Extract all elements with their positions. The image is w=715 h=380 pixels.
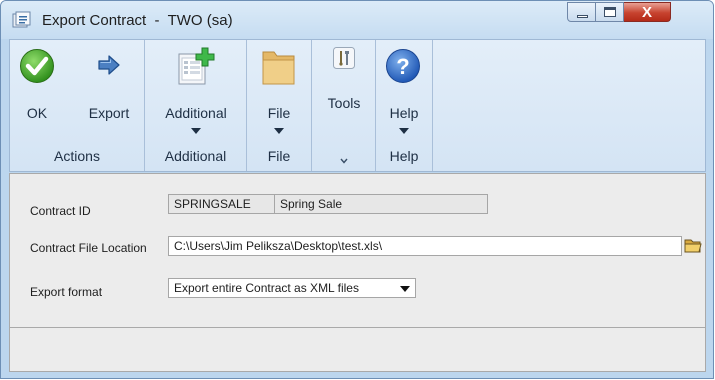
minimize-button[interactable] [567,2,596,22]
svg-text:?: ? [396,54,409,79]
file-folder-icon [262,51,295,85]
file-button[interactable]: File [250,40,308,140]
browse-folder-icon[interactable] [684,237,702,254]
tools-button[interactable]: Tools [315,40,373,140]
help-button[interactable]: ? Help [378,40,430,140]
help-dropdown-icon [399,128,409,134]
file-location-input[interactable]: C:\Users\Jim Peliksza\Desktop\test.xls\ [168,236,682,256]
actions-group-label: Actions [54,148,100,164]
file-label: File [267,105,291,121]
export-format-value: Export entire Contract as XML files [174,281,359,295]
window-controls: X [567,2,671,23]
contract-id-field[interactable]: SPRINGSALE [168,194,275,214]
export-button[interactable]: Export [79,40,139,140]
export-format-label: Export format [30,285,103,299]
contract-description-field: Spring Sale [274,194,488,214]
additional-page-plus-icon [178,47,215,85]
ok-check-icon [20,49,54,83]
file-group-label: File [267,148,291,164]
app-icon [12,11,31,28]
ok-label: OK [26,105,48,121]
form-area: Contract ID SPRINGSALE Spring Sale Contr… [9,173,706,328]
contract-id-label: Contract ID [30,204,91,218]
file-location-label: Contract File Location [30,241,147,255]
help-question-icon: ? [386,49,420,83]
help-group-label: Help [389,148,419,164]
dropdown-arrow-icon [400,286,410,292]
maximize-icon [604,7,616,17]
additional-button[interactable]: Additional [149,40,243,140]
actions-group: OK Export Actions [10,40,145,171]
ok-button[interactable]: OK [14,40,60,140]
additional-label: Additional [165,105,227,121]
file-group: File File [247,40,312,171]
tools-label: Tools [327,95,361,111]
help-label: Help [389,105,419,121]
minimize-icon [577,15,588,18]
title-bar: Export Contract - TWO (sa) X [1,1,713,39]
help-group: ? Help Help [376,40,433,171]
tools-icon [333,47,355,69]
additional-group: Additional Additional [145,40,247,171]
status-bar [9,328,706,372]
additional-group-label: Additional [164,148,227,164]
tools-group: Tools [312,40,376,171]
file-dropdown-icon [274,128,284,134]
close-icon: X [641,4,652,21]
close-button[interactable]: X [624,2,671,22]
additional-dropdown-icon [191,128,201,134]
export-label: Export [88,105,130,121]
maximize-button[interactable] [596,2,624,22]
export-contract-window: Export Contract - TWO (sa) X OK Export A… [0,0,714,379]
window-title: Export Contract - TWO (sa) [42,12,233,29]
export-arrow-icon [98,55,120,75]
tools-expand-icon[interactable] [340,158,348,164]
ribbon: OK Export Actions Additional Additional … [9,39,706,172]
export-format-select[interactable]: Export entire Contract as XML files [168,278,416,298]
